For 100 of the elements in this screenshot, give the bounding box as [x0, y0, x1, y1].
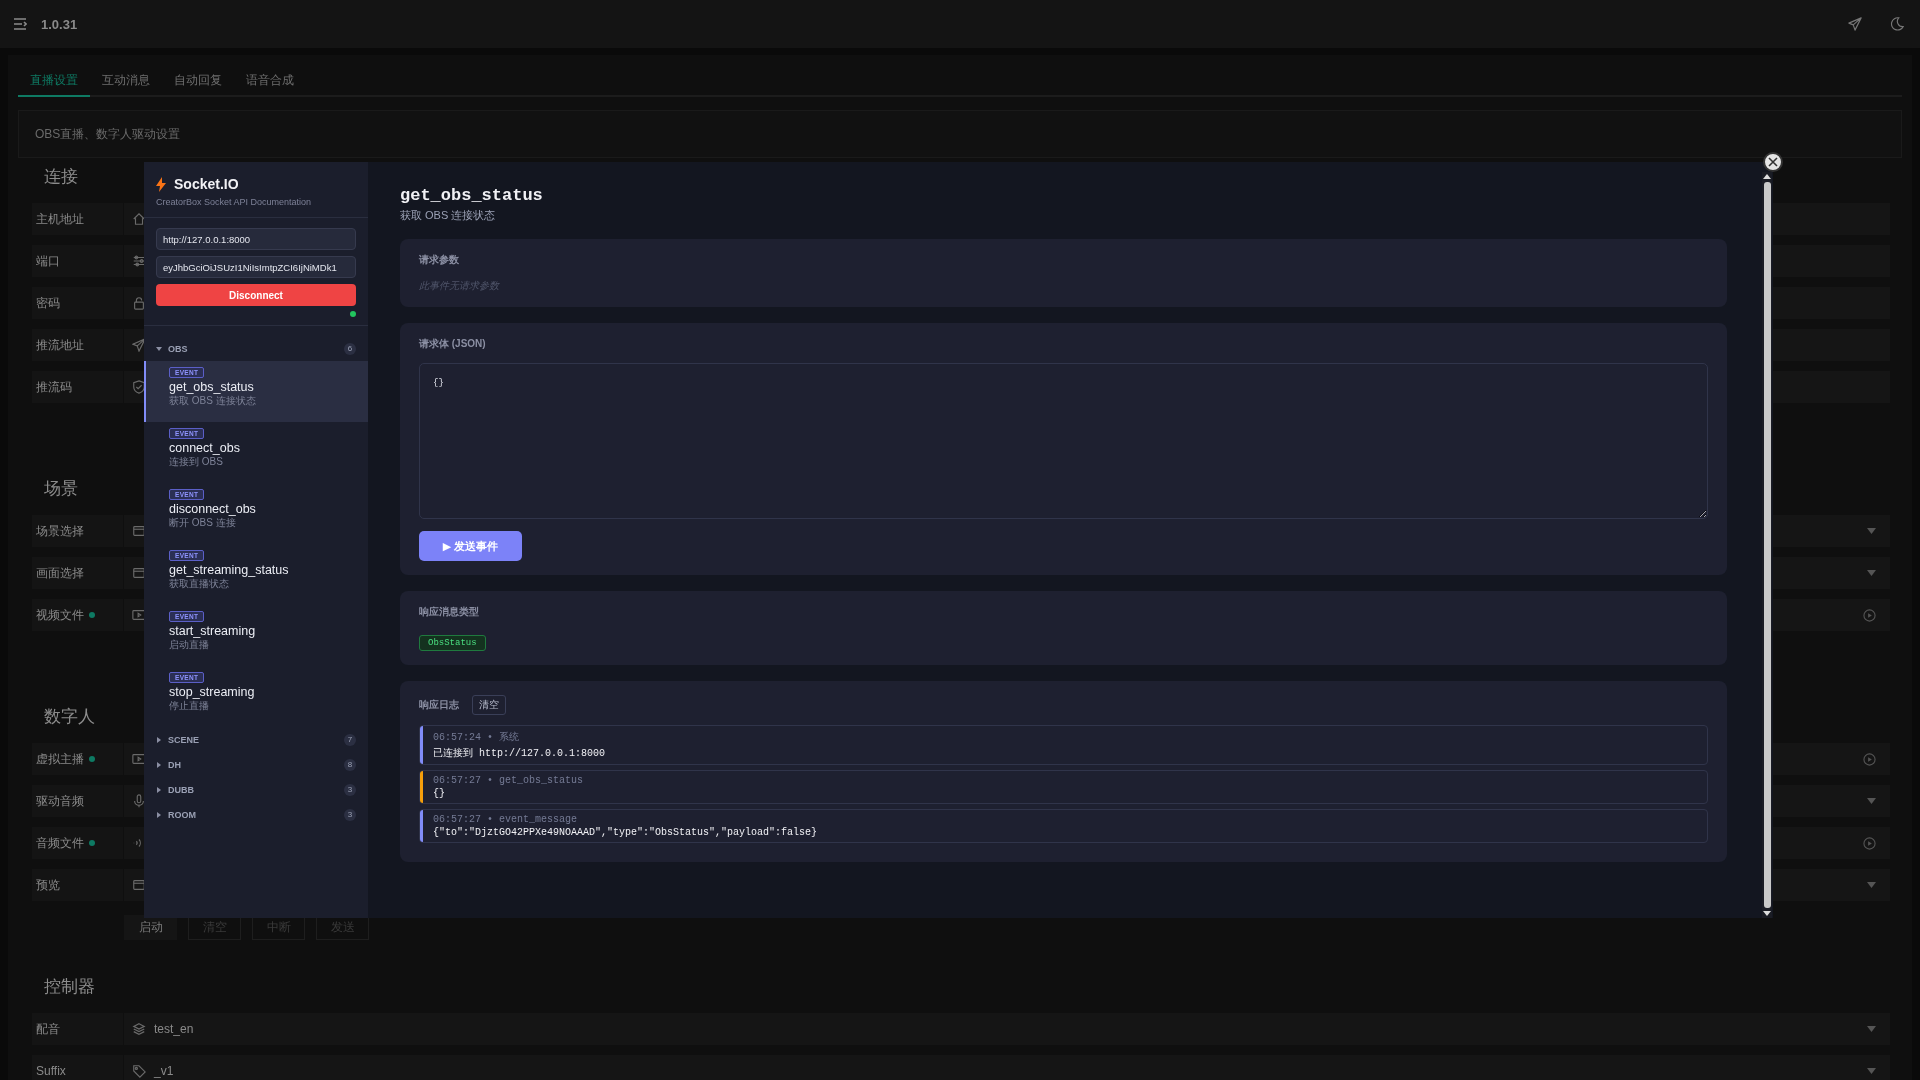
- token-field[interactable]: eyJhbGciOiJSUzI1NiIsImtpZCI6IjNiMDk1: [156, 256, 356, 278]
- count-badge: 3: [344, 783, 356, 796]
- log-message: {"to":"DjztGO42PPXe49NOAAAD","type":"ObsStatus","payload":false}: [433, 827, 819, 838]
- card-title: 响应日志: [419, 698, 459, 712]
- event-name: disconnect_obs: [169, 502, 256, 516]
- clear-button[interactable]: 清空: [472, 695, 506, 715]
- video-icon: [132, 608, 146, 622]
- event-name: connect_obs: [169, 441, 240, 455]
- send-icon[interactable]: [1848, 17, 1862, 31]
- field-label: Suffix: [36, 1064, 66, 1078]
- field-label: 推流码: [36, 378, 72, 396]
- chevron-icon: [156, 736, 162, 743]
- caret-icon: [1867, 1068, 1876, 1074]
- tag-icon: [132, 1064, 146, 1078]
- sliders-icon: [132, 254, 146, 268]
- group-header[interactable]: DUBB 3: [144, 777, 368, 802]
- app-version: 1.0.31: [41, 16, 78, 32]
- group-header[interactable]: ROOM 3: [144, 802, 368, 827]
- event-description: 连接到 OBS: [169, 455, 223, 469]
- log-meta: 06:57:24 • 系统: [433, 730, 520, 744]
- event-name: get_obs_status: [169, 380, 254, 394]
- home-icon: [132, 212, 146, 226]
- field-label: 主机地址: [36, 210, 84, 228]
- card-title: 响应消息类型: [419, 605, 479, 619]
- scroll-down-icon[interactable]: [1762, 910, 1772, 918]
- caret-icon: [1867, 570, 1876, 576]
- group-name: ROOM: [168, 809, 196, 820]
- description-text: OBS直播、数字人驱动设置: [18, 110, 1902, 158]
- caret-icon: [1867, 882, 1876, 888]
- chevron-icon: [156, 786, 162, 793]
- log-message: {}: [433, 788, 446, 799]
- event-description: 获取 OBS 连接状态: [169, 394, 256, 408]
- event-description: 断开 OBS 连接: [169, 516, 236, 530]
- field-label: 驱动音频: [36, 792, 84, 810]
- tab[interactable]: 自动回复: [162, 65, 234, 97]
- tab[interactable]: 语音合成: [234, 65, 306, 97]
- url-field[interactable]: http://127.0.0.1:8000: [156, 228, 356, 250]
- disconnect-button[interactable]: Disconnect: [156, 284, 356, 306]
- video-icon: [132, 752, 146, 766]
- card-title: 请求体 (JSON): [419, 337, 486, 351]
- section-heading: 数字人: [43, 706, 95, 728]
- group-header[interactable]: SCENE 7: [144, 727, 368, 752]
- group-header[interactable]: OBS 6: [144, 336, 368, 361]
- input-field[interactable]: _v1: [124, 1055, 1890, 1080]
- layers-icon: [132, 1022, 146, 1036]
- count-badge: 6: [344, 342, 356, 355]
- mic-icon: [132, 794, 146, 808]
- menu-icon[interactable]: [13, 18, 27, 30]
- send-event-button[interactable]: ▶ 发送事件: [419, 531, 522, 561]
- field-label: 配音: [36, 1020, 60, 1038]
- field-label: 端口: [36, 252, 60, 270]
- group-header[interactable]: DH 8: [144, 752, 368, 777]
- send-icon: [132, 338, 146, 352]
- tab[interactable]: 互动消息: [90, 65, 162, 97]
- section-heading: 控制器: [43, 976, 95, 998]
- event-description: 获取直播状态: [169, 577, 229, 591]
- field-label: 视频文件: [36, 606, 84, 624]
- section-heading: 连接: [43, 166, 78, 188]
- brand-subtitle: CreatorBox Socket API Documentation: [156, 197, 313, 207]
- log-meta: 06:57:27 • event_message: [433, 814, 579, 825]
- field-label: 虚拟主播: [36, 750, 84, 768]
- close-icon: [1768, 157, 1778, 167]
- caret-icon: [1867, 798, 1876, 804]
- caret-icon: [1867, 528, 1876, 534]
- chevron-icon: [156, 761, 162, 768]
- group-name: SCENE: [168, 734, 199, 745]
- event-name: start_streaming: [169, 624, 256, 638]
- event-description: 启动直播: [169, 638, 209, 652]
- log-message: 已连接到 http://127.0.0.1:8000: [433, 747, 607, 760]
- count-badge: 3: [344, 808, 356, 821]
- lock-icon: [132, 296, 146, 310]
- chevron-icon: [156, 811, 162, 818]
- json-editor[interactable]: {}: [419, 363, 1708, 519]
- scrollbar[interactable]: [1762, 172, 1772, 918]
- action-button[interactable]: 启动: [124, 914, 177, 940]
- chevron-icon: [156, 345, 162, 352]
- brand-name: Socket.IO: [174, 176, 239, 192]
- event-title: get_obs_status: [400, 186, 544, 205]
- window-icon: [132, 566, 146, 580]
- event-name: get_streaming_status: [169, 563, 289, 577]
- event-name: stop_streaming: [169, 685, 255, 699]
- count-badge: 7: [344, 733, 356, 746]
- event-description: 获取 OBS 连接状态: [400, 208, 497, 223]
- window-icon: [132, 878, 146, 892]
- caret-icon: [1867, 1026, 1876, 1032]
- field-label: 音频文件: [36, 834, 84, 852]
- section-heading: 场景: [43, 478, 78, 500]
- shield-icon: [132, 380, 146, 394]
- field-label: 画面选择: [36, 564, 84, 582]
- group-name: OBS: [168, 343, 188, 354]
- event-description: 停止直播: [169, 699, 209, 713]
- input-field[interactable]: test_en: [124, 1013, 1890, 1045]
- tab[interactable]: 直播设置: [18, 65, 90, 97]
- field-label: 预览: [36, 876, 60, 894]
- lightning-icon: [156, 176, 166, 192]
- field-label: 推流地址: [36, 336, 84, 354]
- group-name: DUBB: [168, 784, 194, 795]
- field-label: 密码: [36, 294, 60, 312]
- moon-icon[interactable]: [1890, 17, 1904, 31]
- group-name: DH: [168, 759, 181, 770]
